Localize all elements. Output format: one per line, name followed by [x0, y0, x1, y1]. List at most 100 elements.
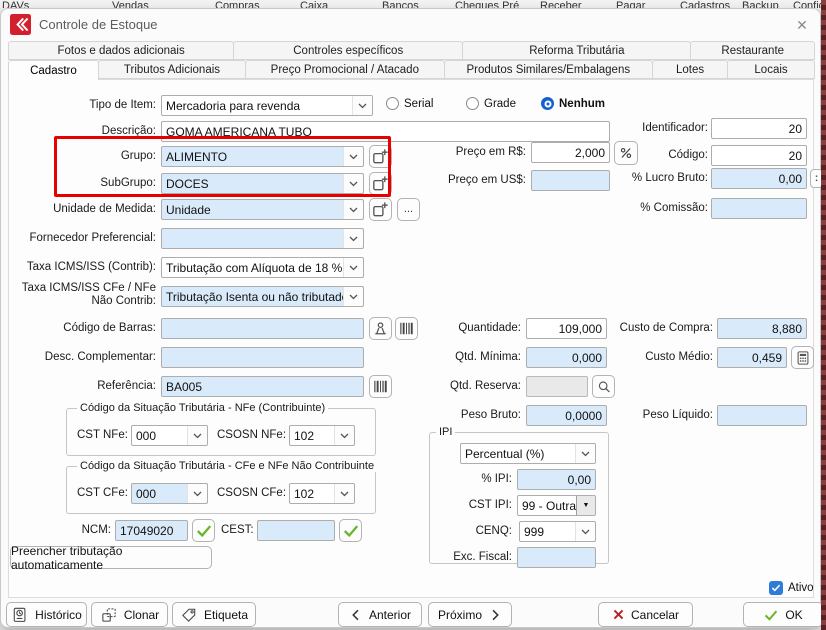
referencia-barcode-button[interactable] — [369, 375, 392, 398]
qtd-reserva-label: Qtd. Reserva: — [421, 380, 521, 393]
menu-item[interactable]: Compras — [215, 0, 260, 8]
background-window-edge — [821, 0, 826, 630]
custo-medio-calculator-button[interactable] — [791, 346, 814, 369]
tab-produtos-similares-embalagens[interactable]: Produtos Similares/Embalagens — [444, 60, 653, 79]
cest-validate-button[interactable] — [339, 519, 362, 542]
cst-cfe-value: 000 — [136, 487, 187, 501]
subgrupo-add-button[interactable] — [369, 172, 392, 195]
tab-preco-promocional-atacado[interactable]: Preço Promocional / Atacado — [245, 60, 445, 79]
barcode-icon — [396, 318, 417, 339]
csosn-cfe-select[interactable]: 102 — [289, 483, 355, 504]
peso-liquido-input[interactable] — [717, 405, 807, 426]
cancelar-label: Cancelar — [631, 608, 679, 622]
custo-medio-label: Custo Médio: — [611, 351, 713, 364]
menu-item[interactable]: Bancos — [382, 0, 419, 8]
tab-locais[interactable]: Locais — [727, 60, 815, 79]
ativo-checkbox[interactable]: Ativo — [769, 581, 814, 595]
cst-ipi-label: CST IPI: — [432, 499, 512, 512]
subgrupo-select[interactable]: DOCES — [161, 173, 364, 194]
preco-rs-input[interactable]: 2,000 — [531, 142, 610, 163]
csosn-nfe-select[interactable]: 102 — [289, 425, 355, 446]
tab-controles-especificos[interactable]: Controles específicos — [233, 41, 463, 60]
preco-rs-label: Preço em R$: — [426, 146, 526, 159]
custo-medio-input[interactable]: 0,459 — [717, 347, 787, 368]
historico-button[interactable]: Histórico — [6, 602, 87, 627]
clone-icon — [100, 606, 118, 624]
check-icon — [195, 523, 213, 539]
anterior-button[interactable]: Anterior — [338, 602, 422, 627]
identificador-input[interactable]: 20 — [711, 118, 807, 139]
lucro-bruto-input[interactable]: 0,00 — [711, 168, 807, 189]
preencher-tributacao-button[interactable]: Preencher tributação automaticamente — [10, 546, 212, 569]
tab-fotos-e-dados-adicionais[interactable]: Fotos e dados adicionais — [8, 41, 234, 60]
tipo-de-item-select[interactable]: Mercadoria para revenda — [161, 95, 373, 116]
menu-item[interactable]: Receber — [540, 0, 582, 8]
exc-fiscal-input[interactable] — [517, 547, 596, 568]
ipi-percent-input[interactable]: 0,00 — [517, 469, 596, 490]
chevron-down-icon — [334, 426, 354, 445]
menu-item[interactable]: Vendas — [112, 0, 149, 8]
menu-item[interactable]: Backup — [742, 0, 779, 8]
checkbox-checked-icon — [769, 581, 783, 595]
cest-input[interactable] — [257, 520, 335, 541]
cst-cfe-select[interactable]: 000 — [131, 483, 208, 504]
quantidade-label: Quantidade: — [421, 322, 521, 335]
menu-item[interactable]: Cheques Pré — [455, 0, 519, 8]
close-icon[interactable]: ✕ — [791, 15, 813, 35]
qtd-minima-label: Qtd. Mínima: — [421, 351, 521, 364]
codigo-value: 20 — [716, 149, 802, 163]
chevron-down-icon — [343, 147, 363, 166]
tab-restaurante[interactable]: Restaurante — [690, 41, 815, 60]
ipi-mode-select[interactable]: Percentual (%) — [460, 443, 596, 464]
cst-ipi-select[interactable]: 99 - Outras ▼ — [517, 495, 596, 516]
csosn-cfe-value: 102 — [294, 487, 334, 501]
ncm-input[interactable]: 17049020 — [115, 520, 188, 541]
custo-de-compra-input[interactable]: 8,880 — [717, 318, 807, 339]
scale-icon — [370, 318, 391, 339]
unidade-select[interactable]: Unidade — [161, 199, 364, 220]
desc-complementar-input[interactable] — [161, 347, 364, 368]
qtd-minima-input[interactable]: 0,000 — [526, 347, 607, 368]
balanca-button[interactable] — [369, 317, 392, 340]
ncm-validate-button[interactable] — [192, 519, 215, 542]
etiqueta-button[interactable]: Etiqueta — [172, 602, 256, 627]
radio-grade[interactable]: Grade — [466, 97, 516, 110]
quantidade-input[interactable]: 109,000 — [526, 318, 607, 339]
referencia-input[interactable]: BA005 — [161, 376, 364, 397]
proximo-button[interactable]: Próximo — [428, 602, 512, 627]
peso-bruto-input[interactable]: 0,0000 — [526, 405, 607, 426]
menu-item[interactable]: Caixa — [300, 0, 328, 8]
qtd-reserva-search-button[interactable] — [592, 375, 615, 398]
cenq-select[interactable]: 999 — [519, 521, 596, 542]
unidade-de-medida-label: Unidade de Medida: — [9, 203, 156, 216]
titlebar: Controle de Estoque ✕ — [1, 9, 820, 41]
comissao-input[interactable] — [711, 198, 807, 219]
tab-lotes[interactable]: Lotes — [652, 60, 728, 79]
taxa-icms-nao-contrib-label: Taxa ICMS/ISS CFe / NFe Não Contrib: — [9, 282, 156, 308]
codigo-de-barras-input[interactable] — [161, 318, 364, 339]
tab-tributos-adicionais[interactable]: Tributos Adicionais — [98, 60, 246, 79]
tab-cadastro[interactable]: Cadastro — [8, 60, 99, 80]
cancelar-button[interactable]: Cancelar — [598, 602, 693, 627]
lucro-bruto-value: 0,00 — [716, 172, 802, 186]
tab-reforma-tributaria[interactable]: Reforma Tributária — [462, 41, 691, 60]
radio-nenhum[interactable]: Nenhum — [541, 97, 605, 110]
grupo-add-button[interactable] — [369, 145, 392, 168]
descricao-input[interactable]: GOMA AMERICANA TUBO — [161, 121, 610, 142]
menu-item[interactable]: Cadastros — [680, 0, 730, 8]
taxa-icms-nao-contrib-select[interactable]: Tributação Isenta ou não tributados — [161, 286, 364, 307]
grupo-select[interactable]: ALIMENTO — [161, 146, 364, 167]
ok-button[interactable]: OK — [743, 602, 823, 627]
fornecedor-select[interactable] — [161, 228, 364, 249]
unidade-add-button[interactable] — [369, 198, 392, 221]
barcode-button[interactable] — [395, 317, 418, 340]
unidade-more-button[interactable]: ... — [397, 198, 420, 221]
preco-us-input[interactable] — [531, 170, 610, 191]
codigo-input[interactable]: 20 — [711, 145, 807, 166]
taxa-icms-contrib-select[interactable]: Tributação com Alíquota de 18 % — [161, 257, 364, 278]
clonar-button[interactable]: Clonar — [91, 602, 168, 627]
menu-item[interactable]: Pagar — [616, 0, 645, 8]
radio-serial[interactable]: Serial — [386, 97, 433, 110]
menu-item[interactable]: DAVs — [2, 0, 29, 8]
cst-nfe-select[interactable]: 000 — [131, 425, 208, 446]
